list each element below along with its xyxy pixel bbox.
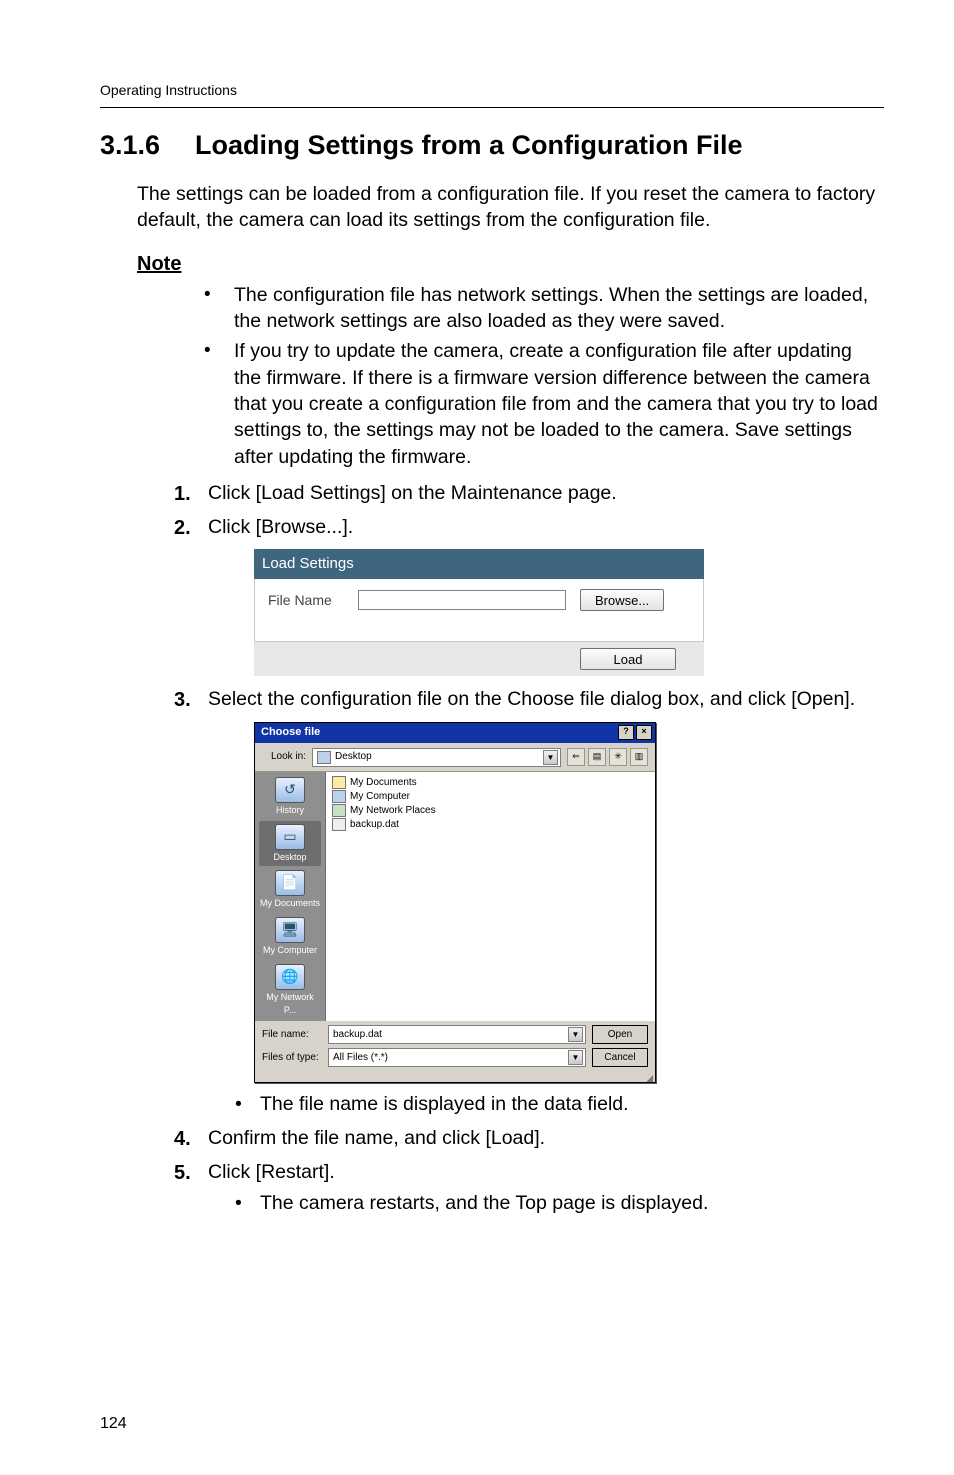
list-item[interactable]: backup.dat	[332, 818, 649, 832]
chevron-down-icon: ▼	[568, 1050, 583, 1065]
look-in-dropdown[interactable]: Desktop ▼	[312, 748, 561, 767]
step-number: 2.	[174, 514, 191, 542]
note-item: The configuration file has network setti…	[234, 282, 880, 335]
substep-text: The camera restarts, and the Top page is…	[260, 1190, 880, 1218]
help-icon[interactable]: ?	[618, 725, 634, 740]
list-item[interactable]: My Documents	[332, 776, 649, 790]
computer-icon: 🖥	[275, 917, 305, 943]
step-text: Select the configuration file on the Cho…	[208, 688, 855, 710]
step-number: 4.	[174, 1125, 191, 1153]
chevron-down-icon: ▼	[568, 1027, 583, 1042]
note-item: If you try to update the camera, create …	[234, 338, 880, 470]
load-button[interactable]: Load	[580, 648, 676, 670]
browse-button[interactable]: Browse...	[580, 589, 664, 611]
chevron-down-icon: ▼	[543, 750, 558, 765]
step-text: Click [Browse...].	[208, 516, 353, 538]
list-item[interactable]: My Computer	[332, 790, 649, 804]
place-my-documents[interactable]: 📄 My Documents	[259, 867, 321, 913]
dialog-titlebar: Choose file ? ×	[255, 723, 655, 743]
load-settings-panel: Load Settings File Name Browse... Load	[254, 549, 704, 676]
file-icon	[332, 818, 346, 831]
step-text: Confirm the file name, and click [Load].	[208, 1127, 545, 1149]
dialog-title: Choose file	[261, 725, 320, 741]
desktop-place-icon: ▭	[275, 824, 305, 850]
documents-icon: 📄	[275, 870, 305, 896]
network-icon	[332, 804, 346, 817]
section-title: Loading Settings from a Configuration Fi…	[195, 130, 743, 160]
step-text: Click [Restart].	[208, 1161, 335, 1183]
open-button[interactable]: Open	[592, 1025, 648, 1044]
network-icon: 🌐	[275, 964, 305, 990]
running-header: Operating Instructions	[100, 82, 884, 108]
page-number: 124	[100, 1415, 127, 1433]
file-name-input[interactable]	[358, 590, 566, 610]
desktop-icon	[317, 751, 331, 764]
file-name-field[interactable]: backup.dat ▼	[328, 1025, 586, 1044]
new-folder-icon[interactable]: ✳	[609, 748, 627, 766]
step-number: 5.	[174, 1159, 191, 1187]
file-name-label: File Name	[268, 591, 344, 611]
section-number: 3.1.6	[100, 130, 195, 161]
place-my-network[interactable]: 🌐 My Network P...	[259, 961, 321, 1020]
place-my-computer[interactable]: 🖥 My Computer	[259, 914, 321, 960]
close-icon[interactable]: ×	[636, 725, 652, 740]
panel-title: Load Settings	[254, 549, 704, 579]
up-icon[interactable]: ▤	[588, 748, 606, 766]
place-desktop[interactable]: ▭ Desktop	[259, 821, 321, 867]
intro-paragraph: The settings can be loaded from a config…	[137, 181, 880, 234]
note-heading: Note	[137, 253, 880, 276]
choose-file-dialog: Choose file ? × Look in: Desktop ▼	[254, 722, 656, 1083]
history-icon: ↺	[275, 777, 305, 803]
cancel-button[interactable]: Cancel	[592, 1048, 648, 1067]
substep-text: The file name is displayed in the data f…	[260, 1091, 880, 1119]
look-in-value: Desktop	[335, 750, 372, 764]
file-type-dropdown[interactable]: All Files (*.*) ▼	[328, 1048, 586, 1067]
file-type-label: Files of type:	[262, 1051, 322, 1065]
back-icon[interactable]: ⇐	[567, 748, 585, 766]
computer-icon	[332, 790, 346, 803]
look-in-label: Look in:	[262, 750, 306, 764]
resize-grip-icon[interactable]: ◢	[255, 1075, 655, 1082]
list-item[interactable]: My Network Places	[332, 804, 649, 818]
folder-icon	[332, 776, 346, 789]
step-text: Click [Load Settings] on the Maintenance…	[208, 482, 617, 504]
file-name-label: File name:	[262, 1028, 322, 1042]
places-bar: ↺ History ▭ Desktop 📄 My Documents 🖥	[255, 772, 326, 1022]
place-history[interactable]: ↺ History	[259, 774, 321, 820]
step-number: 1.	[174, 480, 191, 508]
step-number: 3.	[174, 686, 191, 714]
section-heading: 3.1.6Loading Settings from a Configurati…	[100, 130, 880, 161]
file-list[interactable]: My Documents My Computer My Network Plac…	[326, 772, 655, 1022]
views-icon[interactable]: ▥	[630, 748, 648, 766]
